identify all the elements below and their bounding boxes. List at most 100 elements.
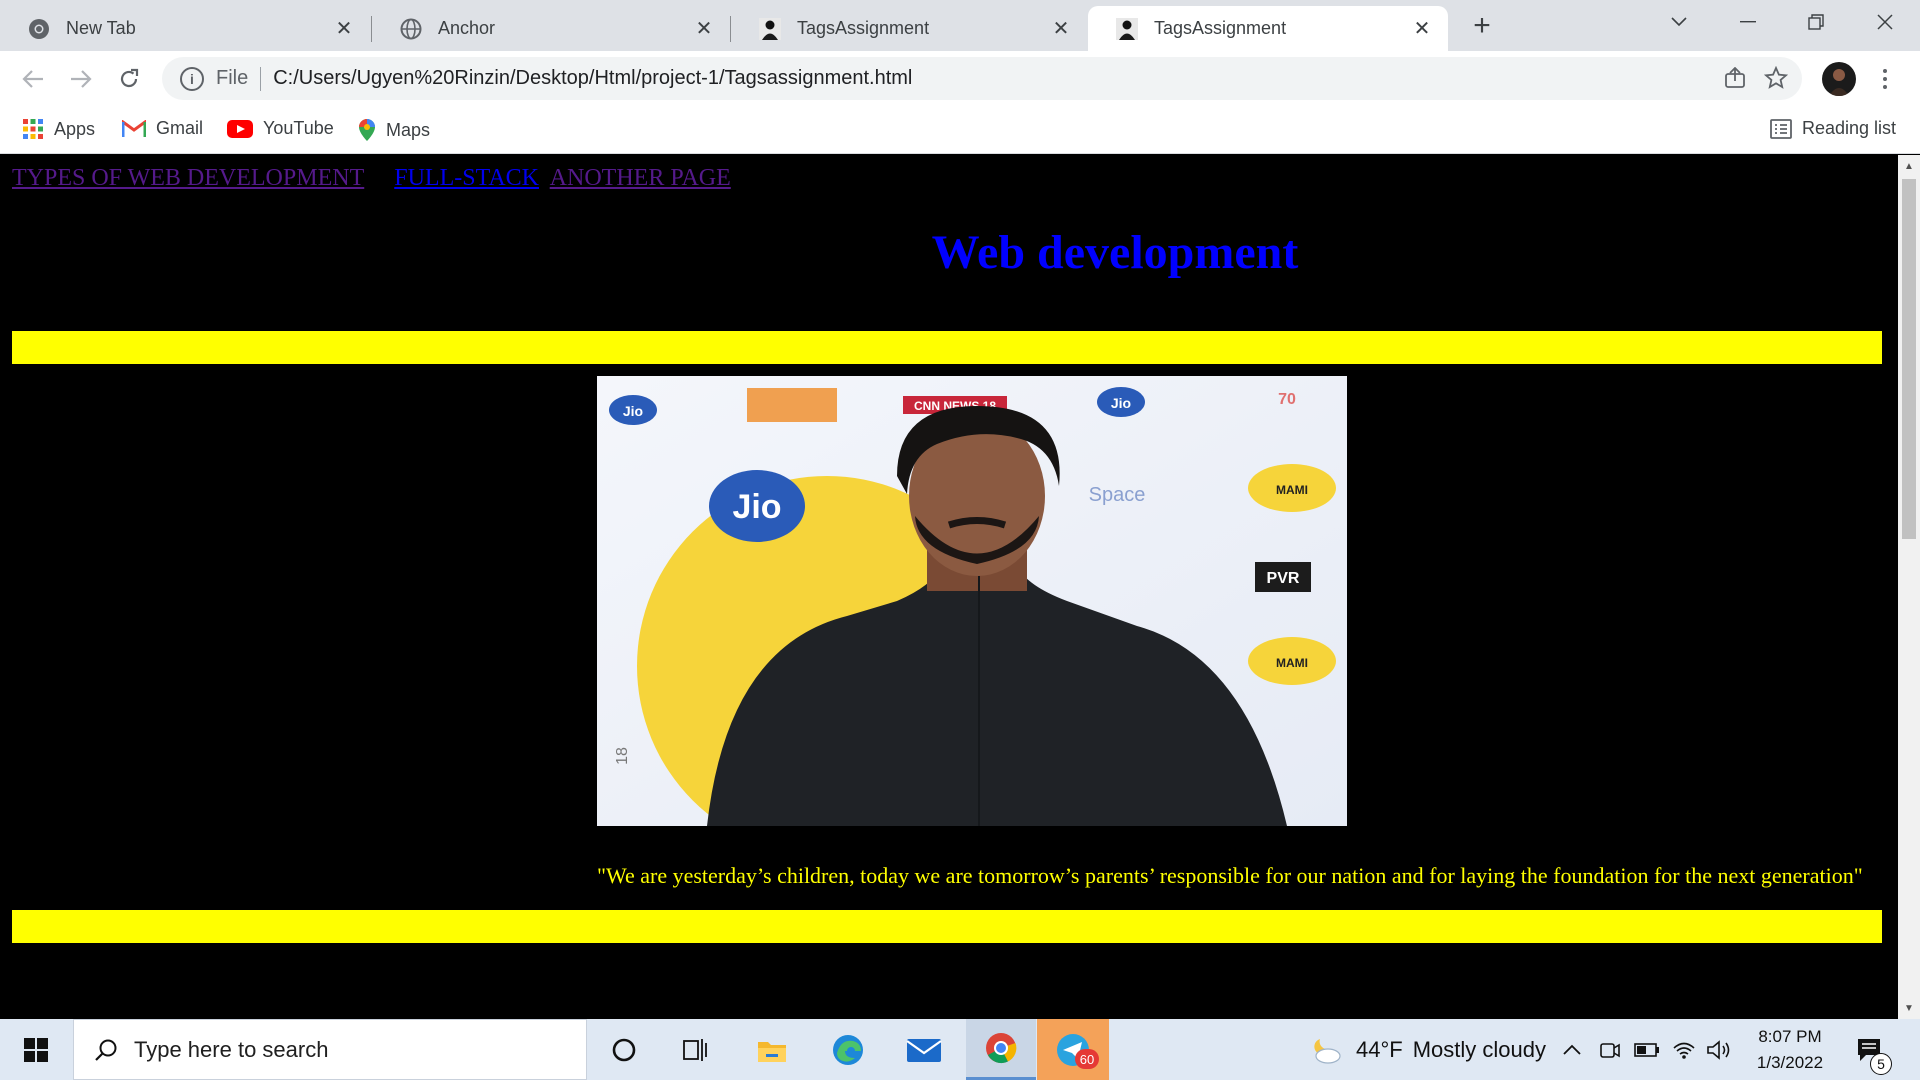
chrome-taskbar-icon[interactable] xyxy=(966,1019,1036,1080)
backdrop-jio-2: Jio xyxy=(1111,395,1131,411)
weather-condition: Mostly cloudy xyxy=(1412,1036,1546,1062)
site-info-icon[interactable]: i xyxy=(180,66,204,91)
tab-search-icon[interactable] xyxy=(1646,0,1712,44)
cloud-moon-icon xyxy=(1308,1035,1342,1065)
yellow-divider-top xyxy=(12,331,1882,364)
bookmark-maps[interactable]: Maps xyxy=(358,118,430,142)
bookmark-gmail[interactable]: Gmail xyxy=(122,118,203,139)
share-icon[interactable] xyxy=(1724,66,1746,95)
bookmark-youtube[interactable]: YouTube xyxy=(227,118,334,139)
page-nav: TYPES OF WEB DEVELOPMENT FULL-STACK ANOT… xyxy=(12,165,731,192)
youtube-icon xyxy=(227,119,253,138)
yellow-divider-bottom xyxy=(12,910,1882,943)
weather-widget[interactable]: 44°F Mostly cloudy xyxy=(1308,1019,1546,1080)
backdrop-eighteen: 18 xyxy=(614,747,631,765)
wifi-icon[interactable] xyxy=(1672,1019,1696,1080)
backdrop-seventy: 70 xyxy=(1278,391,1296,408)
reading-list-icon xyxy=(1770,118,1792,139)
minimize-icon[interactable] xyxy=(1715,0,1781,44)
battery-icon[interactable] xyxy=(1634,1019,1660,1080)
link-full-stack[interactable]: FULL-STACK xyxy=(394,165,539,191)
show-hidden-icons[interactable] xyxy=(1562,1019,1582,1080)
back-icon[interactable] xyxy=(14,60,52,98)
profile-photo: Jio Jio Jio CNN NEWS 18 70 Space MAMI PV… xyxy=(597,376,1347,826)
windows-start-icon[interactable] xyxy=(0,1019,72,1080)
profile-avatar[interactable] xyxy=(1822,62,1856,96)
close-tab-icon[interactable]: ✕ xyxy=(332,17,356,41)
scroll-down-arrow[interactable]: ▼ xyxy=(1898,999,1920,1017)
bookmarks-bar: Apps Gmail YouTube Maps Reading list xyxy=(0,106,1920,154)
page-viewport: TYPES OF WEB DEVELOPMENT FULL-STACK ANOT… xyxy=(0,155,1898,1019)
bookmark-label: Gmail xyxy=(156,118,204,138)
page-heading: Web development xyxy=(931,226,1299,279)
close-tab-icon[interactable]: ✕ xyxy=(692,17,716,41)
mail-icon[interactable] xyxy=(892,1019,956,1080)
close-window-icon[interactable] xyxy=(1852,0,1918,44)
volume-icon[interactable] xyxy=(1706,1019,1732,1080)
close-tab-icon[interactable]: ✕ xyxy=(1049,17,1073,41)
link-another-page[interactable]: ANOTHER PAGE xyxy=(550,165,731,191)
tab-title: New Tab xyxy=(66,18,136,38)
tab-tagsassignment[interactable]: TagsAssignment ✕ xyxy=(731,6,1087,51)
tab-strip: New Tab ✕ Anchor ✕ TagsAssignment ✕ Tags… xyxy=(0,0,1920,51)
scroll-thumb[interactable] xyxy=(1902,179,1916,539)
page-favicon xyxy=(1116,17,1138,40)
telegram-taskbar-icon[interactable]: 60 xyxy=(1037,1019,1109,1080)
notification-center-icon[interactable]: 5 xyxy=(1856,1019,1892,1080)
maps-icon xyxy=(358,118,376,142)
page-scrollbar[interactable]: ▲ ▼ xyxy=(1898,155,1920,1019)
tab-anchor[interactable]: Anchor ✕ xyxy=(372,6,730,51)
telegram-badge: 60 xyxy=(1075,1049,1099,1069)
chrome-icon xyxy=(28,18,50,40)
browser-toolbar: i File C:/Users/Ugyen%20Rinzin/Desktop/H… xyxy=(0,51,1920,106)
clock-date: 1/3/2022 xyxy=(1756,1052,1824,1072)
backdrop-pvr: PVR xyxy=(1267,570,1300,587)
bookmark-star-icon[interactable] xyxy=(1763,65,1789,96)
address-divider xyxy=(260,66,262,91)
bookmarks-divider xyxy=(1754,106,1755,154)
search-icon xyxy=(94,1038,118,1062)
tab-tagsassignment-active[interactable]: TagsAssignment ✕ xyxy=(1088,6,1448,51)
more-menu-icon[interactable] xyxy=(1870,63,1900,95)
backdrop-jio-1: Jio xyxy=(623,403,643,419)
forward-icon[interactable] xyxy=(62,60,100,98)
reload-icon[interactable] xyxy=(110,60,148,98)
close-tab-icon[interactable]: ✕ xyxy=(1410,17,1434,41)
taskbar-search-box[interactable]: Type here to search xyxy=(73,1019,587,1080)
edge-icon[interactable] xyxy=(816,1019,880,1080)
reading-list-label: Reading list xyxy=(1802,118,1897,138)
reading-list-button[interactable]: Reading list xyxy=(1770,118,1896,139)
clock-time: 8:07 PM xyxy=(1758,1026,1822,1046)
tab-new-tab[interactable]: New Tab ✕ xyxy=(0,6,370,51)
backdrop-mami-1: MAMI xyxy=(1276,483,1308,497)
globe-icon xyxy=(400,18,422,40)
backdrop-jio-3: Jio xyxy=(732,488,781,526)
backdrop-space: Space xyxy=(1089,484,1146,506)
notification-badge: 5 xyxy=(1870,1053,1892,1075)
backdrop-mami-2: MAMI xyxy=(1276,656,1308,670)
apps-grid-icon xyxy=(22,118,44,140)
scroll-up-arrow[interactable]: ▲ xyxy=(1898,157,1920,175)
new-tab-button[interactable]: + xyxy=(1462,8,1502,44)
windows-taskbar: Type here to search 60 44°F Mostly cloud… xyxy=(0,1019,1920,1080)
restore-icon[interactable] xyxy=(1783,0,1849,44)
weather-temp: 44°F xyxy=(1356,1036,1403,1062)
file-explorer-icon[interactable] xyxy=(740,1019,804,1080)
meet-now-icon[interactable] xyxy=(1598,1019,1620,1080)
search-placeholder: Type here to search xyxy=(134,1036,329,1062)
bookmark-label: Apps xyxy=(54,118,96,139)
bookmark-apps[interactable]: Apps xyxy=(22,118,95,140)
url-text[interactable]: C:/Users/Ugyen%20Rinzin/Desktop/Html/pro… xyxy=(273,67,912,90)
link-types-of-web-development[interactable]: TYPES OF WEB DEVELOPMENT xyxy=(12,165,364,191)
page-favicon xyxy=(759,17,781,40)
system-clock[interactable]: 8:07 PM 1/3/2022 xyxy=(1750,1019,1830,1080)
tab-title: Anchor xyxy=(438,18,496,38)
bookmark-label: Maps xyxy=(386,119,431,140)
task-view-icon[interactable] xyxy=(664,1019,728,1080)
address-bar[interactable]: i File C:/Users/Ugyen%20Rinzin/Desktop/H… xyxy=(162,57,1802,100)
cortana-icon[interactable] xyxy=(594,1019,654,1080)
tab-title: TagsAssignment xyxy=(797,18,930,38)
url-scheme: File xyxy=(216,67,249,89)
gmail-icon xyxy=(122,119,146,138)
tab-title: TagsAssignment xyxy=(1154,18,1287,38)
